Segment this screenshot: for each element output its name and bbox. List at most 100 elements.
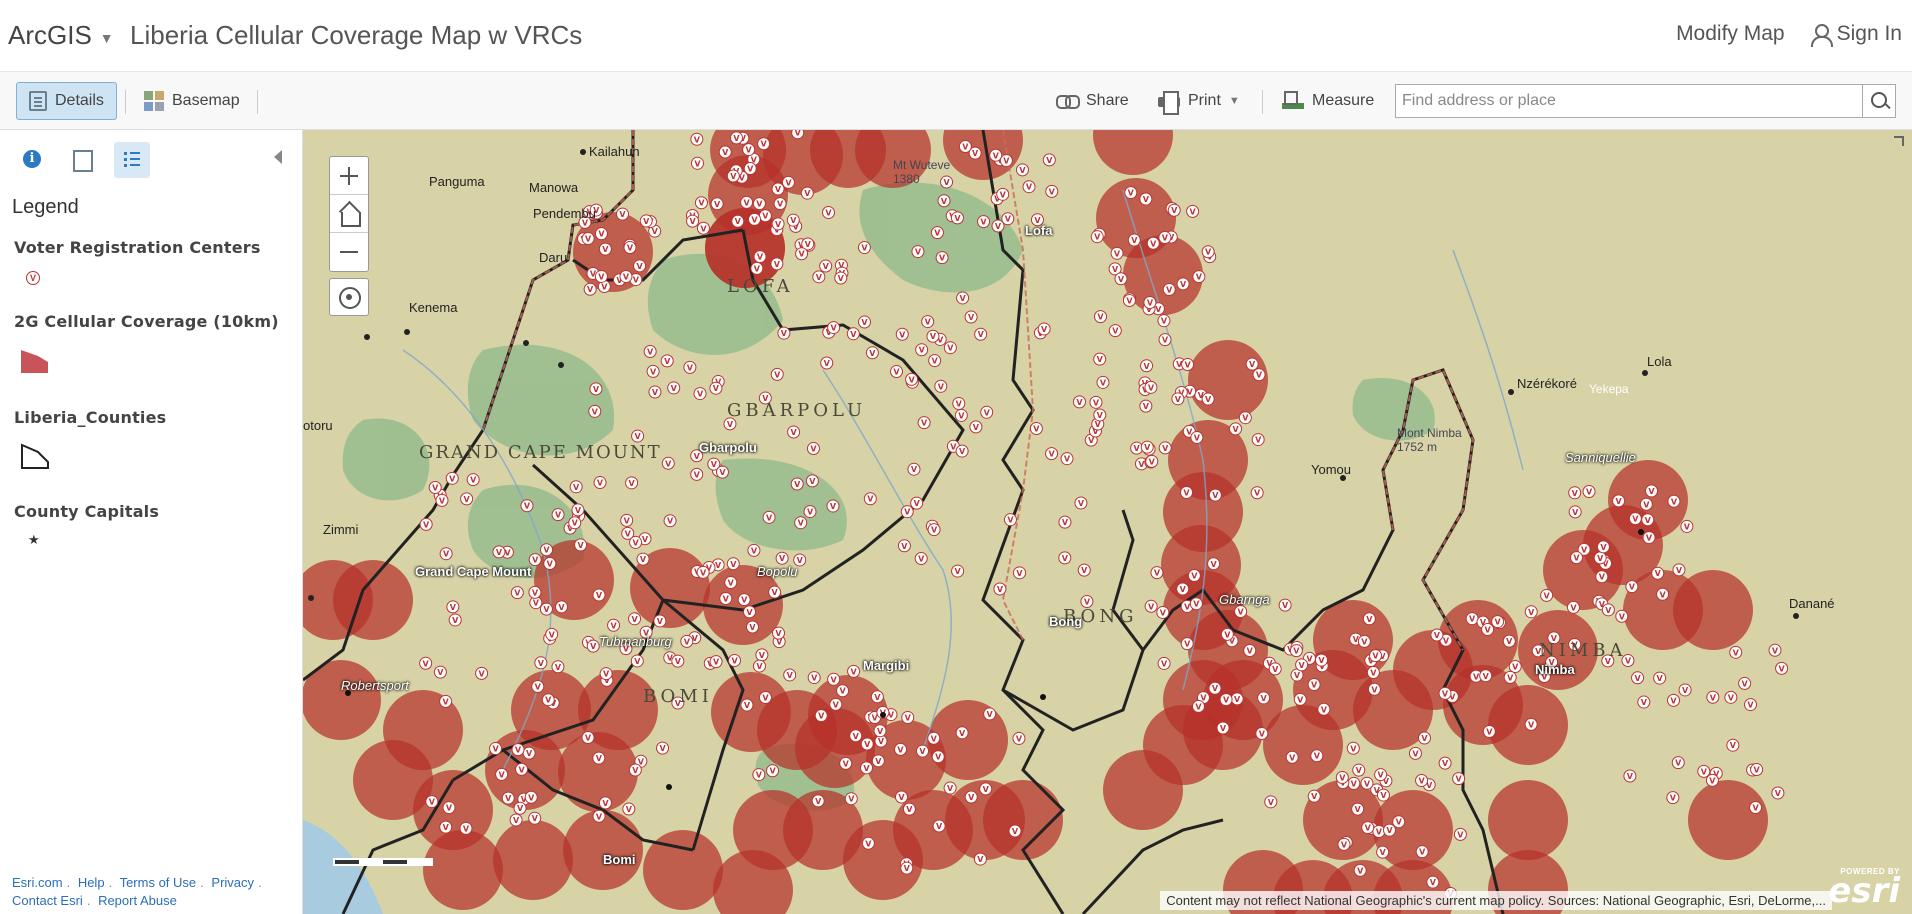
zoom-out-minus-icon[interactable] xyxy=(330,233,368,271)
vrc-marker-glyph: V xyxy=(1238,607,1245,616)
vrc-marker-glyph: V xyxy=(1166,286,1173,295)
vrc-marker-glyph: V xyxy=(919,747,926,756)
vrc-marker-glyph: V xyxy=(1161,317,1168,326)
vrc-marker-glyph: V xyxy=(1138,460,1145,469)
vrc-marker-glyph: V xyxy=(633,276,640,285)
vrc-marker-glyph: V xyxy=(694,159,701,168)
chevron-down-icon: ▼ xyxy=(99,29,114,46)
basemap-icon xyxy=(144,91,164,111)
basemap-button[interactable]: Basemap xyxy=(132,82,252,120)
vrc-marker-glyph: V xyxy=(665,459,672,468)
map-label-yekepa: Yekepa xyxy=(1589,382,1629,396)
print-button[interactable]: Print ▼ xyxy=(1146,82,1252,120)
vrc-marker-glyph: V xyxy=(905,713,912,722)
map-view[interactable]: V V V V V V V V V V V V V V V V V V V V V V V V V V V V V V V V V V V V V V V V… xyxy=(303,130,1912,914)
vrc-marker-glyph: V xyxy=(1097,355,1104,364)
vrc-marker-glyph: V xyxy=(904,864,911,873)
privacy-link[interactable]: Privacy xyxy=(211,875,254,890)
vrc-marker-glyph: V xyxy=(751,215,758,224)
vrc-marker-glyph: V xyxy=(730,172,737,181)
vrc-marker-glyph: V xyxy=(1162,336,1169,345)
map-label-gcm-county: GRAND CAPE MOUNT xyxy=(419,442,662,463)
vrc-marker-glyph: V xyxy=(978,330,985,339)
vrc-marker-glyph: V xyxy=(807,508,814,517)
map-label-grand-cape-mount: Grand Cape Mount xyxy=(415,564,532,579)
collapse-panel-icon[interactable] xyxy=(274,150,282,164)
vrc-marker-glyph: V xyxy=(575,506,582,515)
vrc-marker-glyph: V xyxy=(632,538,639,547)
modify-map-link[interactable]: Modify Map xyxy=(1676,22,1785,46)
vrc-marker-glyph: V xyxy=(1155,305,1162,314)
vrc-marker-glyph: V xyxy=(1485,626,1492,635)
vrc-marker-glyph: V xyxy=(1655,569,1662,578)
vrc-marker-glyph: V xyxy=(823,262,830,271)
vrc-marker-glyph: V xyxy=(1469,615,1476,624)
vrc-marker-glyph: V xyxy=(932,357,939,366)
contact-link[interactable]: Contact Esri xyxy=(12,893,83,908)
vrc-marker-glyph: V xyxy=(1430,878,1437,887)
vrc-marker-glyph: V xyxy=(995,222,1002,231)
search-icon[interactable] xyxy=(1862,84,1896,118)
help-link[interactable]: Help xyxy=(78,875,105,890)
home-icon[interactable] xyxy=(330,195,368,233)
legend-tab-icon[interactable] xyxy=(114,142,150,178)
vrc-marker-glyph: V xyxy=(1256,371,1263,380)
locate-crosshair-icon[interactable] xyxy=(329,278,369,316)
vrc-marker-glyph: V xyxy=(547,559,554,568)
content-tab-icon[interactable] xyxy=(64,142,100,178)
search-input[interactable] xyxy=(1395,84,1863,118)
arcgis-menu[interactable]: ArcGIS ▼ xyxy=(8,20,114,51)
details-button[interactable]: Details xyxy=(16,82,117,120)
vrc-marker-glyph: V xyxy=(925,318,932,327)
vrc-marker-glyph: V xyxy=(640,555,647,564)
vrc-marker-glyph: V xyxy=(1627,772,1634,781)
about-tab-info-icon[interactable] xyxy=(14,142,50,178)
map-label-wuteve-elev: 1380 xyxy=(893,172,920,186)
vrc-marker-glyph: V xyxy=(1220,724,1227,733)
vrc-marker-glyph: V xyxy=(1752,804,1759,813)
vrc-marker-glyph: V xyxy=(1148,383,1155,392)
map-label-manowa: Manowa xyxy=(529,180,579,195)
zoom-in-plus-icon[interactable] xyxy=(330,157,368,195)
sign-in-link[interactable]: Sign In xyxy=(1810,22,1902,47)
vrc-marker-glyph: V xyxy=(749,623,756,632)
map-label-tubmanburg: Tubmanburg xyxy=(599,634,672,649)
vrc-marker-glyph: V xyxy=(590,642,597,651)
vrc-marker-glyph: V xyxy=(1212,684,1219,693)
vrc-marker-glyph: V xyxy=(1232,425,1239,434)
map-canvas[interactable]: V V V V V V V V V V V V V V V V V V V V V V V V V V V V V V V V V V V V V V V V… xyxy=(303,130,1912,914)
vrc-marker-glyph: V xyxy=(711,460,718,469)
vrc-marker-glyph: V xyxy=(804,189,811,198)
report-abuse-link[interactable]: Report Abuse xyxy=(98,893,177,908)
vrc-marker-glyph: V xyxy=(1572,489,1579,498)
share-button[interactable]: Share xyxy=(1044,82,1141,120)
vrc-marker-glyph: V xyxy=(443,823,450,832)
vrc-marker-glyph: V xyxy=(450,603,457,612)
vrc-marker-glyph: V xyxy=(1094,233,1101,242)
vrc-marker-glyph: V xyxy=(1629,583,1636,592)
vrc-marker-glyph: V xyxy=(1016,734,1023,743)
terms-link[interactable]: Terms of Use xyxy=(120,875,197,890)
vrc-marker-glyph: V xyxy=(781,329,788,338)
vrc-marker-glyph: V xyxy=(1355,805,1362,814)
vrc-marker-glyph: V xyxy=(1100,378,1107,387)
vrc-marker-glyph: V xyxy=(728,579,735,588)
vrc-marker-glyph: V xyxy=(874,693,881,702)
vrc-marker-glyph: V xyxy=(1162,444,1169,453)
vrc-marker-glyph: V xyxy=(756,662,763,671)
vrc-marker-glyph: V xyxy=(899,330,906,339)
expand-icon[interactable] xyxy=(1894,136,1904,146)
esri-link[interactable]: Esri.com xyxy=(12,875,63,890)
vrc-marker-glyph: V xyxy=(769,767,776,776)
vrc-marker-glyph: V xyxy=(543,605,550,614)
print-label: Print xyxy=(1188,92,1221,109)
vrc-marker-glyph: V xyxy=(1495,618,1502,627)
vrc-marker-glyph: V xyxy=(558,603,565,612)
vrc-marker-glyph: V xyxy=(805,240,812,249)
map-title: Liberia Cellular Coverage Map w VRCs xyxy=(130,20,583,50)
measure-button[interactable]: Measure xyxy=(1270,82,1386,120)
vrc-marker-glyph: V xyxy=(775,220,782,229)
vrc-marker-glyph: V xyxy=(577,541,584,550)
vrc-marker-glyph: V xyxy=(1365,824,1372,833)
vrc-marker-glyph: V xyxy=(687,363,694,372)
